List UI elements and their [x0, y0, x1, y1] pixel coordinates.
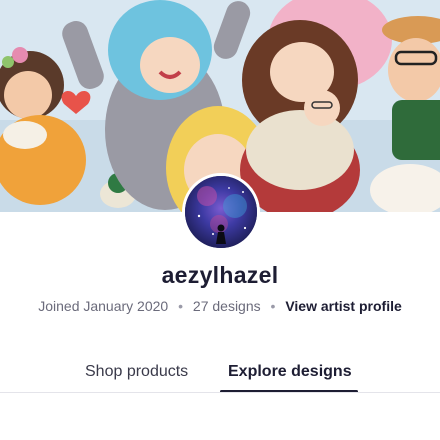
- tab-explore-designs[interactable]: Explore designs: [228, 363, 352, 381]
- avatar-galaxy-image: [185, 176, 257, 248]
- profile-tabs: Shop products Explore designs: [0, 357, 440, 393]
- meta-separator: •: [270, 298, 276, 314]
- view-artist-profile-link[interactable]: View artist profile: [285, 298, 401, 314]
- design-count: 27 designs: [192, 298, 261, 314]
- joined-date: Joined January 2020: [38, 298, 169, 314]
- profile-meta: Joined January 2020 • 27 designs • View …: [0, 298, 440, 314]
- tab-shop-products[interactable]: Shop products: [85, 363, 188, 381]
- meta-separator: •: [178, 298, 184, 314]
- tabs-divider: [0, 392, 440, 393]
- artist-avatar[interactable]: [182, 173, 260, 251]
- artist-username: aezylhazel: [161, 262, 279, 288]
